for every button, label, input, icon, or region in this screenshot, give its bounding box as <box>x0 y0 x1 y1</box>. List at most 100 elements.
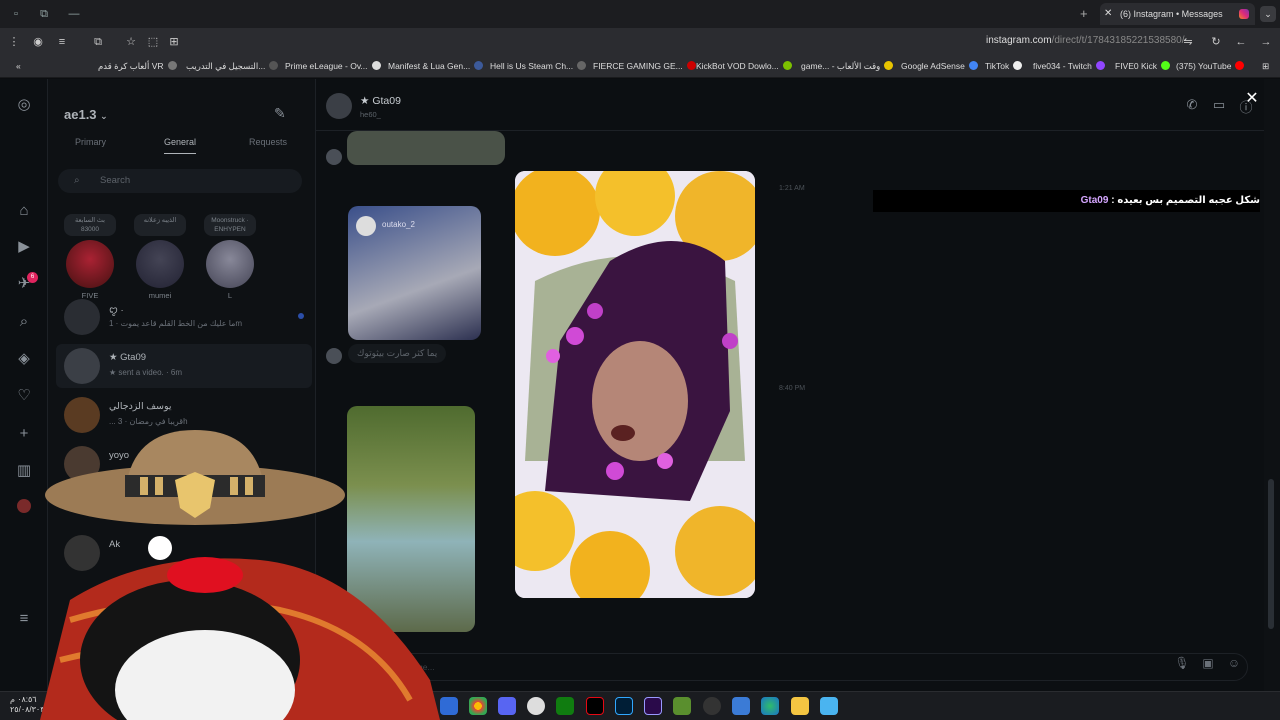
bookmark-item[interactable]: FIVE0 Kick <box>1115 61 1171 71</box>
discord-icon[interactable] <box>498 697 516 715</box>
site-settings-icon[interactable]: ⇋ <box>1180 34 1196 50</box>
minecraft-icon[interactable] <box>673 697 691 715</box>
bookmark-item[interactable]: Hell is Us Steam Ch... <box>490 61 587 71</box>
shared-post[interactable]: outako_2 <box>348 206 481 340</box>
minimize-icon[interactable]: — <box>66 6 82 22</box>
message-bubble: يما كثر صارت بيثوتوك <box>348 344 447 363</box>
avatar <box>64 348 100 384</box>
url-path: /direct/t/17843185221538580/ <box>1051 35 1185 46</box>
bookmark-item[interactable]: Google AdSense <box>901 61 978 71</box>
conversation-item[interactable]: ꨄ · ما عليك من الخط القلم قاعد يموت · 1m <box>56 295 312 339</box>
xbox-icon[interactable] <box>556 697 574 715</box>
playlist-icon[interactable]: ≡ <box>54 34 70 50</box>
forward-icon[interactable]: → <box>1258 34 1274 50</box>
video-preview-card[interactable] <box>515 171 755 598</box>
microphone-icon[interactable]: 🎙 <box>1173 656 1191 674</box>
heart-icon[interactable]: ♡ <box>14 386 34 406</box>
star-icon[interactable]: ☆ <box>123 34 139 50</box>
scrollbar[interactable] <box>1264 79 1280 691</box>
bookmark-item[interactable]: Manifest & Lua Gen... <box>388 61 484 71</box>
bookmark-item[interactable]: KickBot VOD Dowlo... <box>696 61 792 71</box>
phone-icon[interactable]: ✆ <box>1183 97 1201 115</box>
message-input[interactable]: Message... <box>332 653 1248 681</box>
unread-dot <box>298 313 304 319</box>
sticker-icon[interactable]: ☺ <box>1225 656 1243 674</box>
compose-icon[interactable]: ✎ <box>274 105 292 123</box>
video-call-icon[interactable]: ▭ <box>1210 97 1228 115</box>
inbox-tabs: Primary General Requests <box>48 137 316 159</box>
note-bubble: Moonstruck · ENHYPEN <box>204 214 256 236</box>
bookmark-item[interactable]: FIERCE GAMING GE... <box>593 61 696 71</box>
note-bubble: بث السابعة 83000 <box>64 214 116 236</box>
caption-text: شكل عجبه التصميم بس بعيده : <box>1111 195 1260 206</box>
store-icon[interactable] <box>732 697 750 715</box>
chat-panel: ★ Gta09 he60_ ✆ ▭ ⓘ 1:21 AM outako_2 يما… <box>316 79 1264 691</box>
bookmark-item[interactable]: TikTok <box>985 61 1023 71</box>
note-item[interactable]: بث السابعة 83000 FIVE <box>60 214 120 300</box>
obs-icon[interactable] <box>703 697 721 715</box>
netflix-icon[interactable] <box>586 697 604 715</box>
avatar <box>356 216 376 236</box>
extension-icon[interactable]: ◉ <box>30 34 46 50</box>
bookmark-item[interactable]: ألعاب كرة قدم VR <box>98 61 177 72</box>
menu-dots-icon[interactable]: ⋮ <box>6 34 22 50</box>
chat-username: he60_ <box>360 110 381 119</box>
bookmark-item[interactable]: game... - وقت الألعاب <box>801 61 894 72</box>
account-switcher[interactable]: ae1.3 ⌄ <box>64 107 108 122</box>
browser-tab-instagram[interactable]: ✕ (6) Instagram • Messages <box>1100 3 1255 25</box>
image-icon[interactable]: ▣ <box>1199 656 1217 674</box>
back-icon[interactable]: ← <box>1233 34 1249 50</box>
tab-menu-button[interactable]: ⌄ <box>1260 6 1276 22</box>
shared-media[interactable] <box>347 131 505 165</box>
chat-avatar[interactable] <box>326 93 352 119</box>
search-icon[interactable]: ⌕ <box>14 312 34 332</box>
bookmark-item[interactable]: (375) YouTube <box>1176 61 1245 71</box>
note-item[interactable]: الذيبه زعلانه mumei <box>130 214 190 300</box>
stream-chat-caption: شكل عجبه التصميم بس بعيده : Gta09 <box>873 190 1260 212</box>
explore-icon[interactable]: ◈ <box>14 349 34 369</box>
tab-primary[interactable]: Primary <box>75 137 106 147</box>
shared-post-user: outako_2 <box>382 220 415 229</box>
chrome-icon[interactable] <box>469 697 487 715</box>
bookmarks-expand-icon[interactable]: « <box>16 61 21 71</box>
windows-start-icon[interactable] <box>820 697 838 715</box>
file-explorer-icon[interactable] <box>791 697 809 715</box>
new-tab-button[interactable]: + <box>1080 6 1088 21</box>
install-app-icon[interactable]: ⊞ <box>166 34 182 50</box>
edge-icon[interactable] <box>761 697 779 715</box>
tab-general[interactable]: General <box>164 137 197 154</box>
close-icon[interactable]: ✕ <box>1243 90 1261 108</box>
app-icon[interactable] <box>527 697 545 715</box>
bookmark-item[interactable]: five034 - Twitch <box>1033 61 1105 71</box>
chat-name[interactable]: ★ Gta09 <box>360 95 401 107</box>
bookmark-item[interactable]: Prime eLeague - Ov... <box>285 61 381 71</box>
bookmark-item[interactable]: التسجيل في التدريب... <box>186 61 279 72</box>
sender-avatar <box>326 348 342 364</box>
home-icon[interactable]: ⌂ <box>14 201 34 221</box>
instagram-logo-icon[interactable]: ◎ <box>14 95 34 115</box>
all-bookmarks-icon[interactable]: ⊞ <box>1262 61 1269 72</box>
search-icon: ⌕ <box>74 175 80 186</box>
conversation-title: يوسف الزدجالي <box>109 401 172 412</box>
tab-title: (6) Instagram • Messages <box>1120 9 1223 19</box>
note-item[interactable]: Moonstruck · ENHYPEN L <box>200 214 260 300</box>
reels-icon[interactable]: ▶ <box>14 237 34 257</box>
photoshop-icon[interactable] <box>615 697 633 715</box>
screenshot-icon[interactable]: ⬚ <box>145 34 161 50</box>
scrollbar-thumb[interactable] <box>1268 479 1274 629</box>
premiere-icon[interactable] <box>644 697 662 715</box>
messages-badge: 6 <box>27 272 38 283</box>
avatar <box>136 240 184 288</box>
search-input[interactable]: ⌕ Search <box>58 169 302 193</box>
tab-requests[interactable]: Requests <box>249 137 287 147</box>
url-field[interactable]: instagram.com/direct/t/17843185221538580… <box>986 35 1184 46</box>
window-icon[interactable]: ▫ <box>8 6 24 22</box>
close-tab-icon[interactable]: ✕ <box>1104 3 1112 25</box>
reload-icon[interactable]: ↻ <box>1208 34 1224 50</box>
window-titlebar: ▫ ⧉ — + ✕ (6) Instagram • Messages ⌄ <box>0 0 1280 28</box>
video-frame <box>515 171 755 598</box>
restore-icon[interactable]: ⧉ <box>36 6 52 22</box>
instagram-icon <box>1239 9 1249 19</box>
extensions-icon[interactable]: ⧉ <box>90 34 106 50</box>
conversation-item-selected[interactable]: ★ Gta09 ★ sent a video. · 6m <box>56 344 312 388</box>
